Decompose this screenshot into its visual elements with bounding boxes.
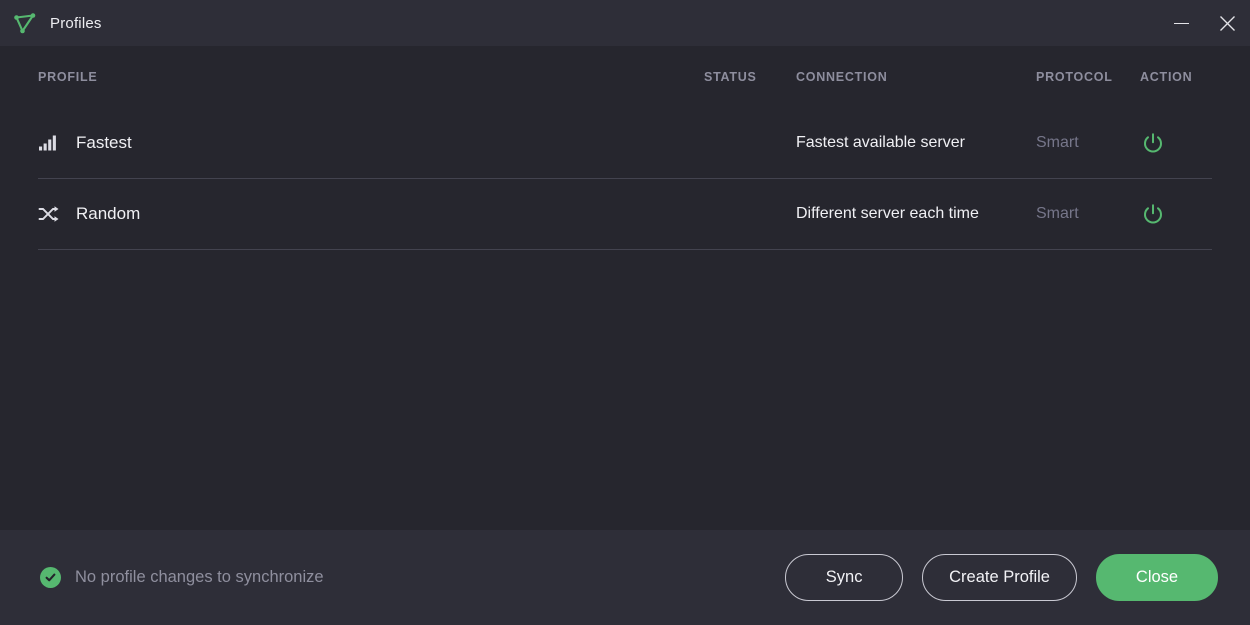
connection-cell: Different server each time — [796, 205, 979, 222]
profile-cell: Fastest — [38, 132, 704, 154]
create-profile-button[interactable]: Create Profile — [922, 554, 1077, 601]
profiles-table: PROFILE STATUS CONNECTION PROTOCOL ACTIO… — [0, 46, 1250, 250]
shuffle-icon — [38, 203, 60, 225]
column-header-action: ACTION — [1140, 70, 1193, 84]
table-header-row: PROFILE STATUS CONNECTION PROTOCOL ACTIO… — [38, 46, 1212, 108]
column-header-profile: PROFILE — [38, 70, 98, 84]
column-header-status: STATUS — [704, 70, 757, 84]
profile-cell: Random — [38, 203, 704, 225]
column-header-protocol: PROTOCOL — [1036, 70, 1113, 84]
profile-name: Fastest — [76, 133, 132, 152]
action-cell — [1140, 130, 1212, 156]
power-icon[interactable] — [1140, 201, 1166, 227]
profiles-window: Profiles PROFILE STATUS CONNECTION PROTO… — [0, 0, 1250, 625]
profiles-content: PROFILE STATUS CONNECTION PROTOCOL ACTIO… — [0, 46, 1250, 530]
sync-button[interactable]: Sync — [785, 554, 904, 601]
sync-status-text: No profile changes to synchronize — [75, 568, 324, 586]
close-x-icon — [1219, 15, 1235, 31]
protocol-cell: Smart — [1036, 205, 1079, 222]
close-window-button[interactable] — [1204, 0, 1250, 46]
table-row[interactable]: Random Different server each time Smart — [38, 179, 1212, 250]
footer-button-group: Sync Create Profile Close — [785, 554, 1218, 601]
power-icon[interactable] — [1140, 130, 1166, 156]
close-button[interactable]: Close — [1096, 554, 1218, 601]
protocol-cell: Smart — [1036, 134, 1079, 151]
action-cell — [1140, 201, 1212, 227]
window-title: Profiles — [50, 14, 102, 32]
column-header-connection: CONNECTION — [796, 70, 888, 84]
sync-status: No profile changes to synchronize — [40, 567, 324, 588]
signal-bars-icon — [38, 132, 60, 154]
title-bar: Profiles — [0, 0, 1250, 46]
check-circle-icon — [40, 567, 61, 588]
profile-name: Random — [76, 204, 141, 223]
footer-bar: No profile changes to synchronize Sync C… — [0, 530, 1250, 625]
minimize-icon — [1173, 22, 1189, 24]
table-row[interactable]: Fastest Fastest available server Smart — [38, 108, 1212, 179]
minimize-button[interactable] — [1158, 0, 1204, 46]
nordvpn-triangle-logo-icon — [10, 8, 40, 38]
connection-cell: Fastest available server — [796, 134, 965, 151]
